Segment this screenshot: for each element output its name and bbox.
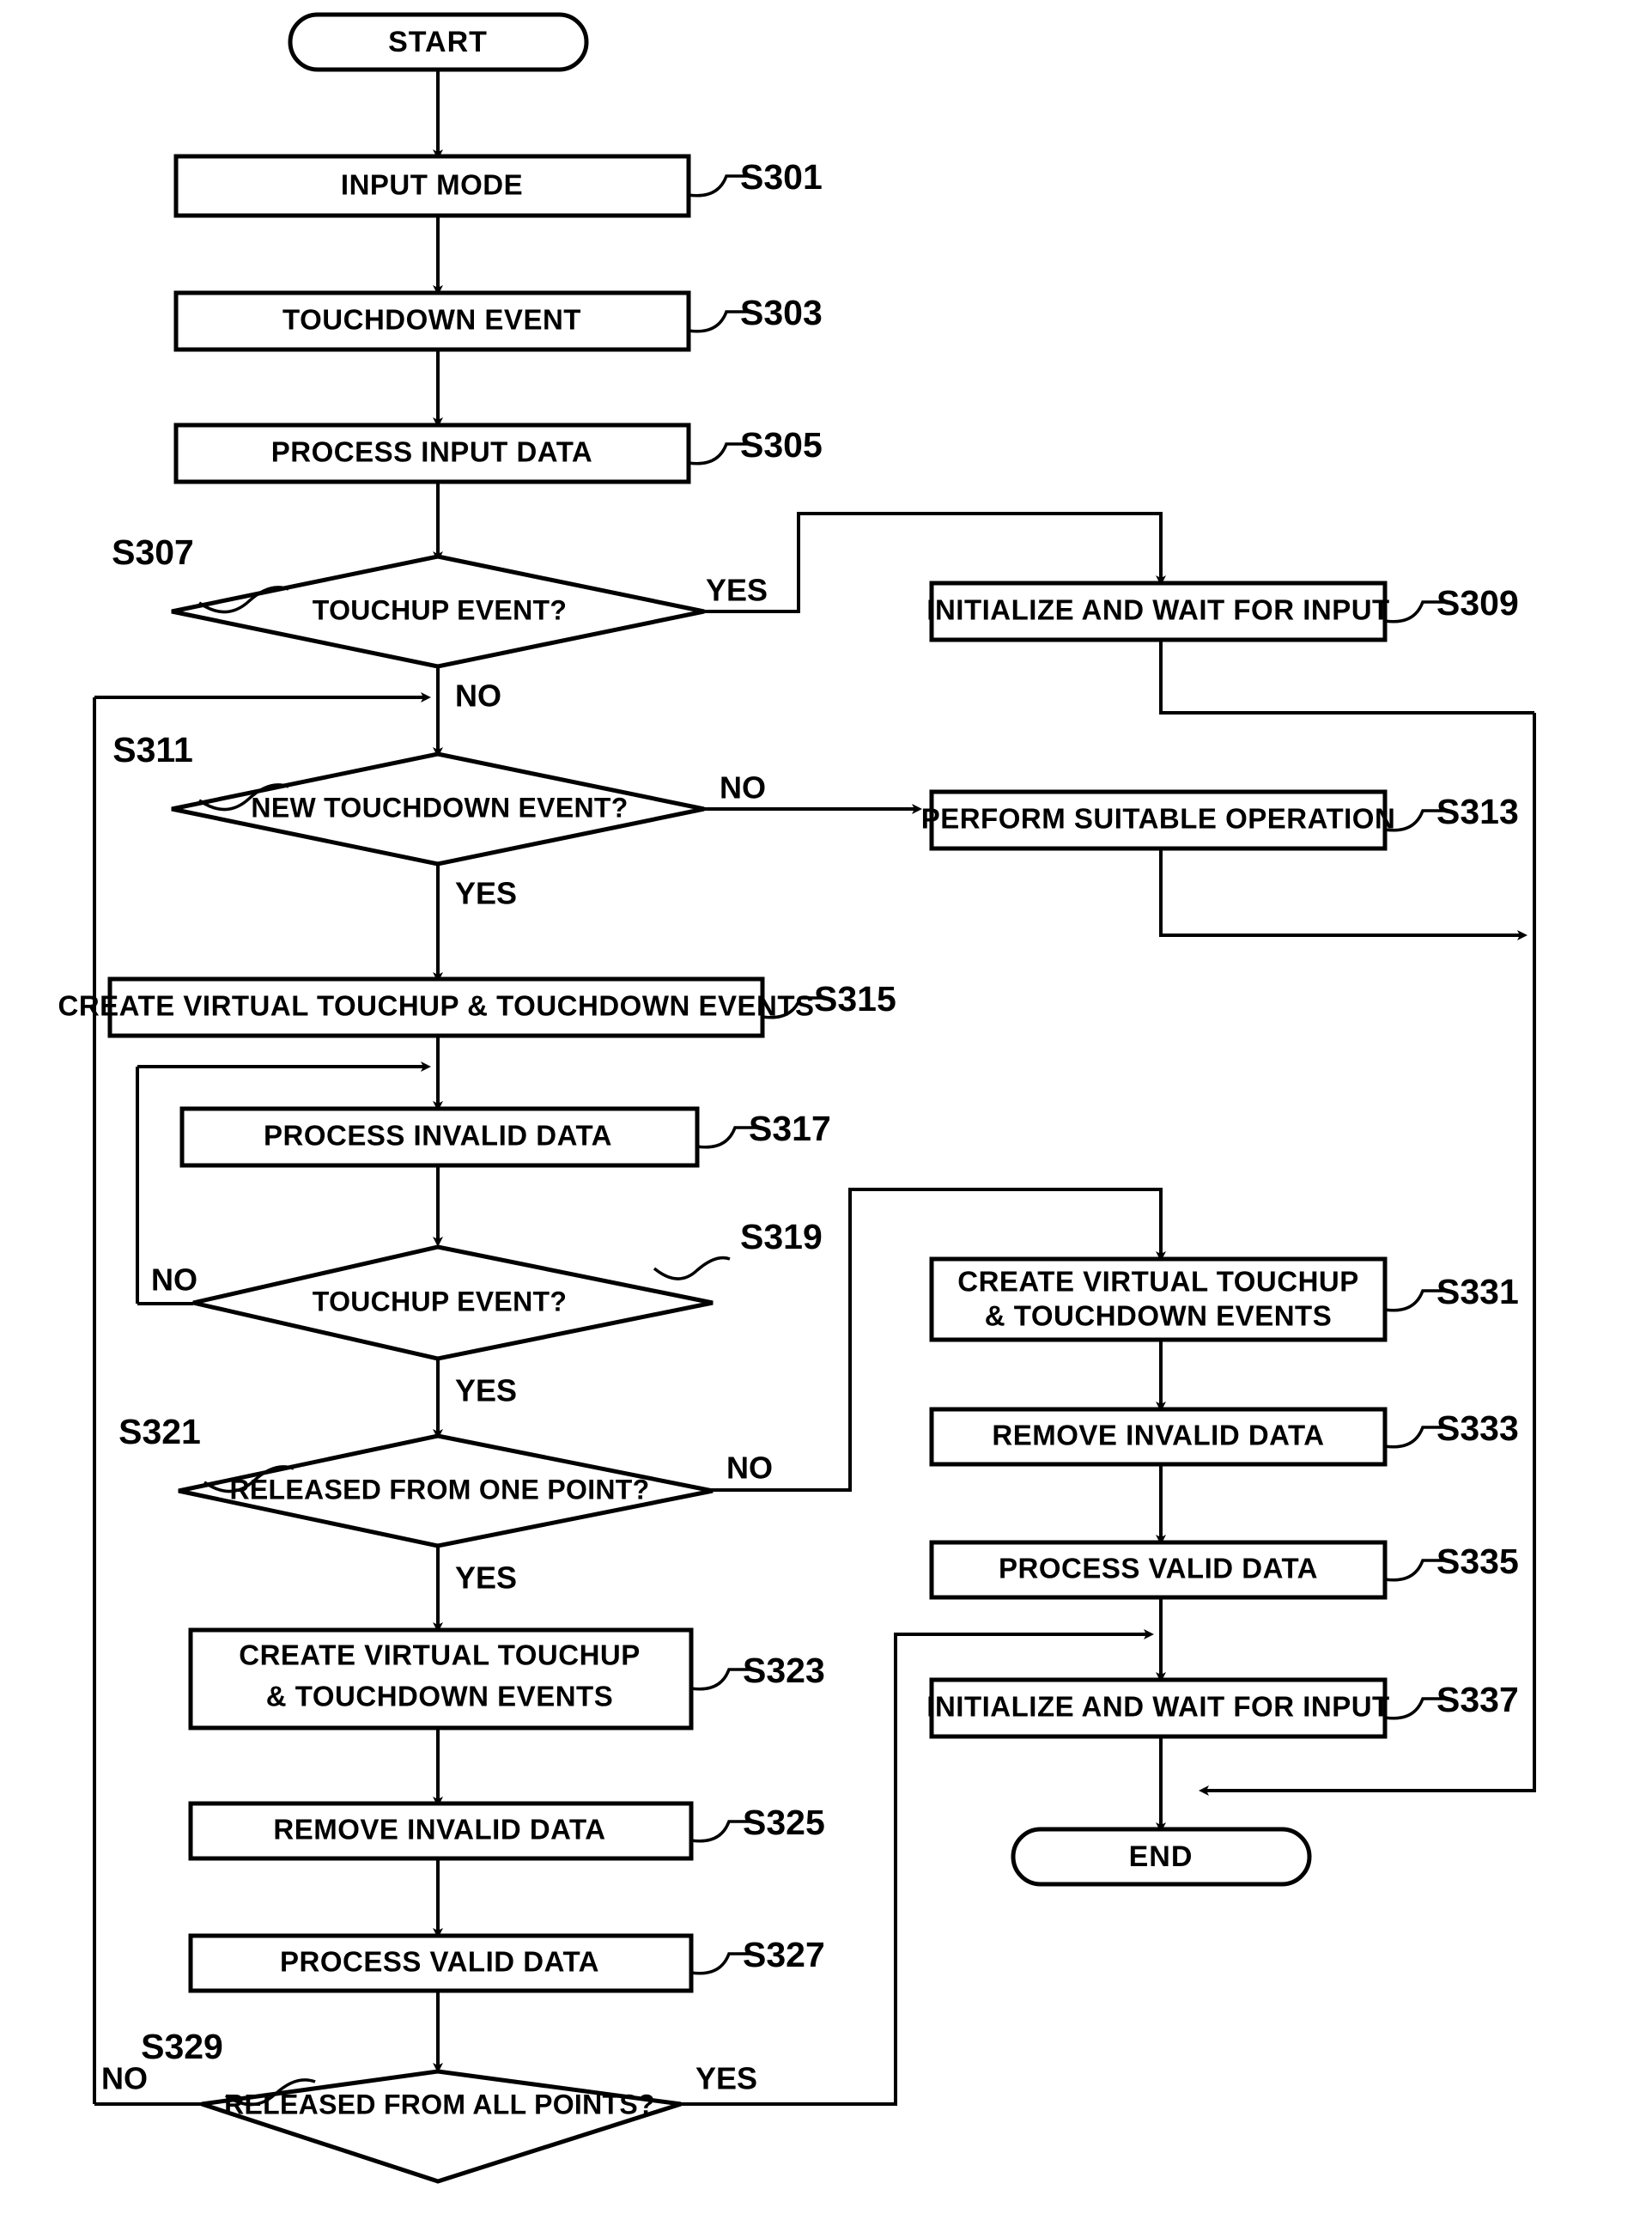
s311-step-ref: S311 [112,730,193,769]
s317-step-ref: S317 [749,1109,831,1148]
s311-no-label: NO [720,770,766,806]
s307-label: TOUCHUP EVENT? [313,594,567,625]
s307-yes-label: YES [706,573,768,608]
s323-label-line1: CREATE VIRTUAL TOUCHUP [239,1639,641,1671]
s313-step-ref: S313 [1436,792,1519,831]
end-label: END [1129,1840,1193,1873]
flowchart-svg: START INPUT MODE S301 TOUCHDOWN EVENT S3… [0,0,1652,2226]
s307-step-ref: S307 [112,532,194,572]
flowchart-canvas: START INPUT MODE S301 TOUCHDOWN EVENT S3… [0,0,1652,2226]
s331-label-line1: CREATE VIRTUAL TOUCHUP [957,1266,1359,1298]
s307-no-label: NO [455,678,501,714]
s305-label: PROCESS INPUT DATA [271,436,592,468]
s329-label: RELEASED FROM ALL POINTS? [224,2089,655,2120]
node-end: END [1011,1827,1312,1887]
s309-label: INITIALIZE AND WAIT FOR INPUT [926,594,1389,626]
s313-label: PERFORM SUITABLE OPERATION [921,803,1396,835]
s319-step-ref: S319 [740,1217,823,1256]
s331-step-ref: S331 [1436,1272,1519,1311]
s319-yes-label: YES [455,1373,517,1408]
s329-step-ref: S329 [141,2027,223,2066]
s319-label: TOUCHUP EVENT? [313,1286,567,1317]
s337-step-ref: S337 [1436,1680,1519,1719]
s303-label: TOUCHDOWN EVENT [282,304,581,336]
s327-label: PROCESS VALID DATA [280,1946,599,1978]
s335-label: PROCESS VALID DATA [999,1553,1318,1584]
s305-step-ref: S305 [740,425,823,465]
s335-step-ref: S335 [1436,1542,1519,1581]
s315-step-ref: S315 [814,979,896,1019]
s315-label: CREATE VIRTUAL TOUCHUP & TOUCHDOWN EVENT… [58,990,815,1022]
s321-label: RELEASED FROM ONE POINT? [230,1474,650,1505]
s303-step-ref: S303 [740,293,823,332]
s327-step-ref: S327 [743,1935,825,1974]
s317-label: PROCESS INVALID DATA [264,1120,612,1152]
s301-label: INPUT MODE [341,169,523,201]
start-label: START [388,26,488,58]
s323-step-ref: S323 [743,1651,825,1690]
s309-step-ref: S309 [1436,583,1519,623]
s311-yes-label: YES [455,876,517,911]
s333-label: REMOVE INVALID DATA [992,1420,1324,1451]
s321-no-label: NO [726,1451,773,1486]
node-start: START [288,12,589,72]
s301-step-ref: S301 [740,157,823,197]
s329-no-label: NO [101,2061,148,2096]
s321-step-ref: S321 [118,1412,201,1451]
s329-yes-label: YES [695,2061,757,2096]
s325-label: REMOVE INVALID DATA [273,1814,605,1846]
s333-step-ref: S333 [1436,1408,1519,1448]
s325-step-ref: S325 [743,1803,825,1842]
s321-yes-label: YES [455,1560,517,1596]
s323-label-line2: & TOUCHDOWN EVENTS [266,1681,613,1712]
s319-no-label: NO [151,1262,197,1298]
s331-label-line2: & TOUCHDOWN EVENTS [985,1300,1332,1332]
s311-label: NEW TOUCHDOWN EVENT? [251,792,628,823]
s337-label: INITIALIZE AND WAIT FOR INPUT [926,1691,1389,1723]
